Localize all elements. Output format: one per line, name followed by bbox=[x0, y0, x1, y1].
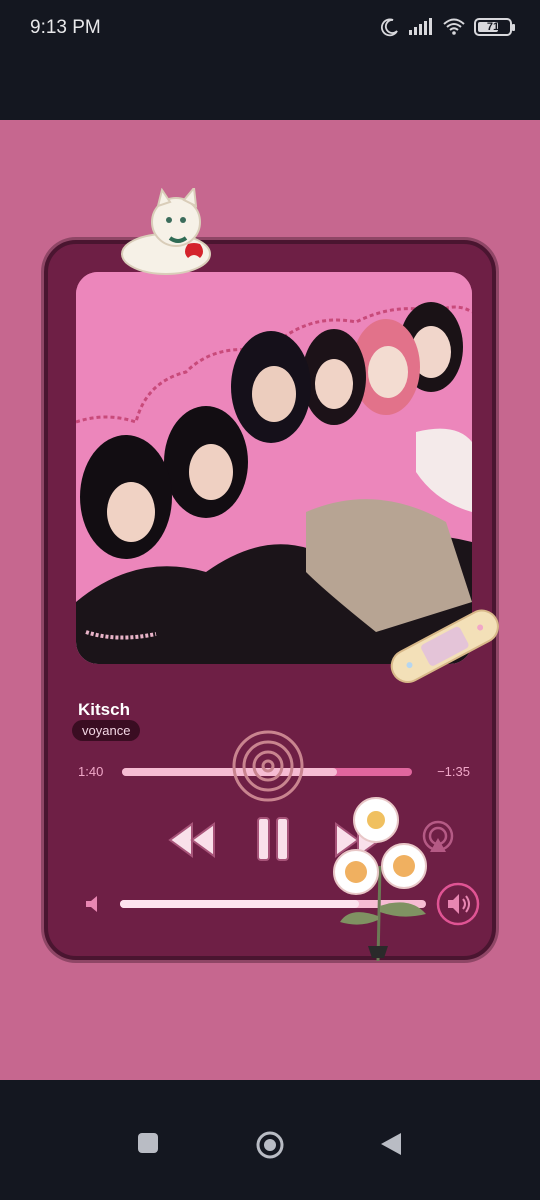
remaining-time: −1:35 bbox=[437, 764, 470, 779]
volume-fill bbox=[120, 900, 359, 908]
elapsed-time: 1:40 bbox=[78, 764, 104, 779]
moon-icon bbox=[380, 17, 400, 37]
song-artist: voyance bbox=[72, 720, 141, 741]
wallpaper: Kitsch voyance 1:40 −1:35 bbox=[0, 120, 540, 1080]
home-circle-icon[interactable] bbox=[255, 1130, 285, 1165]
song-title: Kitsch bbox=[78, 700, 130, 719]
wifi-icon bbox=[442, 18, 466, 36]
pause-icon[interactable] bbox=[256, 816, 290, 867]
signal-icon bbox=[408, 18, 434, 36]
volume-low-icon bbox=[84, 894, 100, 919]
battery-icon: 71 bbox=[474, 18, 515, 36]
volume-high-icon[interactable] bbox=[434, 880, 482, 933]
battery-level: 71 bbox=[486, 21, 500, 33]
album-art[interactable] bbox=[76, 272, 472, 664]
navigation-bar bbox=[0, 1080, 540, 1200]
rewind-icon[interactable] bbox=[166, 820, 218, 865]
status-time: 9:13 PM bbox=[30, 17, 101, 38]
status-icons: 71 bbox=[380, 17, 515, 37]
status-bar: 9:13 PM 71 bbox=[0, 0, 540, 120]
recents-square-icon[interactable] bbox=[137, 1132, 159, 1159]
back-triangle-icon[interactable] bbox=[380, 1132, 402, 1161]
cat-sticker-icon bbox=[118, 185, 218, 285]
progress-bar[interactable]: 1:40 −1:35 bbox=[78, 730, 470, 802]
flower-bouquet-sticker-icon bbox=[330, 796, 440, 971]
spiral-sticker-icon bbox=[228, 728, 308, 809]
